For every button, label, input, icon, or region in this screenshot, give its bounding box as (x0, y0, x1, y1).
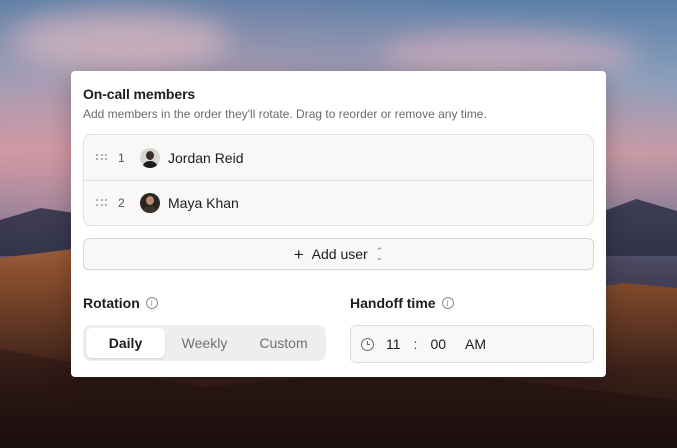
panel-subtitle: Add members in the order they'll rotate.… (83, 107, 487, 121)
minute-field[interactable]: 00 (430, 336, 446, 352)
am-pm-field[interactable]: AM (465, 336, 486, 352)
info-icon[interactable]: i (441, 297, 454, 309)
on-call-panel: On-call members Add members in the order… (71, 71, 606, 377)
member-list: 1 Jordan Reid 2 Maya Khan (83, 134, 594, 226)
rotation-option-daily[interactable]: Daily (86, 328, 165, 358)
member-name: Maya Khan (168, 195, 239, 211)
wallpaper-cloud (10, 10, 230, 70)
avatar (140, 147, 160, 168)
add-user-label: Add user (311, 246, 368, 262)
rotation-section: Rotation i Daily Weekly Custom (83, 295, 326, 363)
rotation-segmented-control: Daily Weekly Custom (83, 325, 326, 361)
handoff-time-label: Handoff time (350, 295, 436, 311)
rotation-label: Rotation (83, 295, 140, 311)
hour-field[interactable]: 11 (386, 336, 401, 352)
drag-handle-icon[interactable] (96, 199, 110, 207)
avatar (140, 193, 160, 213)
info-icon[interactable]: i (145, 297, 158, 309)
time-separator: : (413, 336, 418, 352)
member-name: Jordan Reid (168, 149, 244, 166)
member-order-number: 1 (118, 150, 125, 165)
handoff-time-field[interactable]: 11 : 00 AM (350, 325, 594, 363)
member-row[interactable]: 1 Jordan Reid (84, 135, 593, 180)
clock-icon (361, 337, 374, 351)
handoff-section: Handoff time i 11 : 00 AM (350, 295, 594, 363)
rotation-option-weekly[interactable]: Weekly (165, 328, 244, 358)
drag-handle-icon[interactable] (96, 153, 110, 162)
plus-icon: + (293, 244, 304, 264)
rotation-option-custom[interactable]: Custom (244, 328, 323, 358)
add-user-button[interactable]: + Add user ⌃ ⌄ (83, 238, 594, 270)
chevron-up-down-icon: ⌃ ⌄ (375, 246, 384, 262)
member-order-number: 2 (118, 196, 125, 210)
member-row[interactable]: 2 Maya Khan (84, 180, 593, 225)
panel-title: On-call members (83, 86, 196, 102)
